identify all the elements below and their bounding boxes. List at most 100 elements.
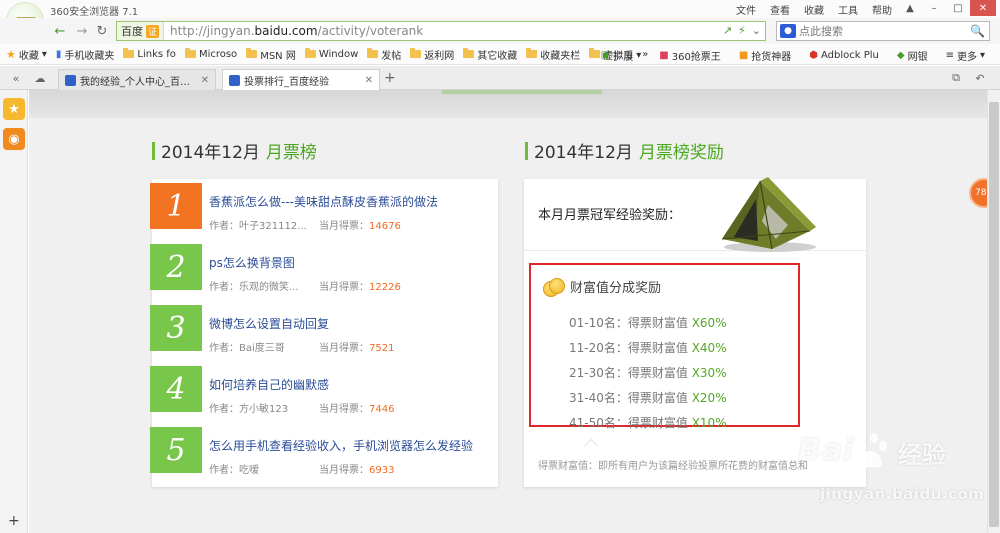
page-scrollbar[interactable] bbox=[987, 90, 1000, 533]
url-text[interactable]: http://jingyan.baidu.com/activity/votera… bbox=[164, 24, 423, 38]
tab-voterank[interactable]: 投票排行_百度经验 ✕ bbox=[222, 69, 380, 91]
bookmark-folder[interactable]: Links fo bbox=[123, 48, 176, 60]
url-path: /activity/voterank bbox=[317, 24, 424, 38]
address-bar[interactable]: 百度 证 http://jingyan.baidu.com/activity/v… bbox=[116, 21, 766, 41]
puzzle-icon: ▣ bbox=[600, 50, 611, 61]
folder-icon bbox=[304, 48, 316, 58]
bookmark-folder[interactable]: 返利网 bbox=[410, 47, 454, 62]
menu-help[interactable]: 帮助 bbox=[872, 2, 892, 17]
champion-reward: 本月月票冠军经验奖励： bbox=[524, 177, 866, 252]
page-content: 2014年12月 月票榜 2014年12月 月票榜奖励 1 香蕉派怎么做---美… bbox=[29, 90, 987, 533]
more-icon: ≡ bbox=[945, 50, 954, 61]
menu-view[interactable]: 查看 bbox=[770, 2, 790, 17]
skin-icon[interactable]: ▲ bbox=[898, 0, 922, 16]
share-icon[interactable]: ↗ bbox=[723, 24, 732, 37]
search-input[interactable]: 点此搜索 bbox=[799, 23, 843, 39]
floating-badge[interactable]: 78 bbox=[969, 178, 987, 208]
champion-reward-caption: 本月月票冠军经验奖励： bbox=[538, 208, 682, 223]
ebank-extension[interactable]: ◆ 网银 bbox=[897, 48, 928, 63]
search-engine-icon[interactable]: ● bbox=[780, 24, 796, 38]
url-actions: ↗ ⚡ ⌄ bbox=[723, 24, 761, 37]
bookmark-label: 收藏夹栏 bbox=[540, 50, 581, 62]
search-box[interactable]: ● 点此搜索 🔍 bbox=[776, 21, 990, 41]
bookmark-label: MSN 网 bbox=[260, 50, 296, 62]
article-link[interactable]: 怎么用手机查看经验收入，手机浏览器怎么发经验 bbox=[209, 437, 473, 454]
bookmark-folder[interactable]: 其它收藏 bbox=[463, 47, 517, 62]
bookmark-folder[interactable]: MSN 网 bbox=[246, 47, 296, 62]
author-name[interactable]: 吃嗳 bbox=[239, 465, 259, 476]
bookmark-favorites[interactable]: ★ 收藏 ▾ bbox=[6, 47, 47, 62]
author-label: 作者： bbox=[209, 465, 239, 476]
rank-number: 3 bbox=[150, 305, 202, 351]
menu-favorites[interactable]: 收藏 bbox=[804, 2, 824, 17]
menu-file[interactable]: 文件 bbox=[736, 2, 756, 17]
tier-row: 01-10名：得票财富值 X60% bbox=[569, 311, 727, 336]
weibo-icon[interactable]: ◉ bbox=[3, 128, 25, 150]
votes-label: 当月得票： bbox=[319, 343, 369, 354]
url-prefix: http://jingyan. bbox=[170, 24, 255, 38]
menu-tools[interactable]: 工具 bbox=[838, 2, 858, 17]
chevron-down-icon: ▾ bbox=[979, 50, 985, 61]
article-link[interactable]: 微博怎么设置自动回复 bbox=[209, 315, 329, 332]
site-verification-badge[interactable]: 百度 证 bbox=[117, 22, 165, 40]
votes-label: 当月得票： bbox=[319, 465, 369, 476]
close-icon[interactable]: ✕ bbox=[970, 0, 996, 16]
close-icon[interactable]: ✕ bbox=[365, 75, 373, 86]
bookmark-mobile[interactable]: ▮ 手机收藏夹 bbox=[56, 47, 115, 62]
shopping-extension[interactable]: ■ 抢货神器 bbox=[739, 48, 791, 63]
tab-title: 投票排行_百度经验 bbox=[244, 77, 329, 88]
author-label: 作者： bbox=[209, 404, 239, 415]
new-tab-icon[interactable]: + bbox=[384, 70, 396, 86]
more-extensions[interactable]: ≡ 更多 ▾ bbox=[946, 48, 985, 63]
tab-list-icon[interactable]: « bbox=[6, 68, 26, 88]
bookmark-label: Window bbox=[318, 48, 359, 60]
footnote-pointer bbox=[583, 438, 599, 454]
favorites-star-icon[interactable]: ★ bbox=[3, 98, 25, 120]
article-link[interactable]: ps怎么换背景图 bbox=[209, 254, 295, 271]
close-icon[interactable]: ✕ bbox=[201, 75, 209, 86]
restore-tabs-icon[interactable]: ⧉ bbox=[946, 68, 966, 88]
forward-icon[interactable]: → bbox=[72, 21, 92, 41]
tier-label: ：得票财富值 bbox=[615, 366, 692, 380]
baidu-paw-icon bbox=[65, 74, 76, 86]
title-date: 2014年12月 bbox=[534, 143, 633, 163]
refresh-icon[interactable]: ↻ bbox=[92, 21, 112, 41]
wealth-reward-header: 财富值分成奖励 bbox=[543, 277, 661, 297]
bookmark-folder[interactable]: 发帖 bbox=[367, 47, 401, 62]
undo-close-icon[interactable]: ↶ bbox=[970, 68, 990, 88]
ticket-extension[interactable]: ■ 360抢票王 bbox=[659, 48, 721, 63]
author-name[interactable]: 叶子321112... bbox=[239, 221, 307, 232]
tab-title: 我的经验_个人中心_百度经验 bbox=[80, 76, 197, 88]
tier-label: ：得票财富值 bbox=[615, 416, 692, 430]
author-name[interactable]: 方小敏123 bbox=[239, 404, 288, 415]
bookmark-folder[interactable]: 收藏夹栏 bbox=[526, 47, 580, 62]
extension-label: 360抢票王 bbox=[671, 52, 721, 63]
scrollbar-thumb[interactable] bbox=[989, 102, 999, 527]
folder-icon bbox=[463, 48, 475, 58]
author-name[interactable]: Bai度三哥 bbox=[239, 343, 285, 354]
minimize-icon[interactable]: – bbox=[922, 0, 946, 16]
article-link[interactable]: 如何培养自己的幽默感 bbox=[209, 376, 329, 393]
maximize-icon[interactable]: □ bbox=[946, 0, 970, 16]
author-name[interactable]: 乐观的微笑... bbox=[239, 282, 299, 293]
add-sidebar-icon[interactable]: + bbox=[8, 513, 20, 529]
window-title: 360安全浏览器 7.1 bbox=[50, 7, 139, 18]
watermark-brand: Bai bbox=[798, 433, 855, 468]
votes-label: 当月得票： bbox=[319, 404, 369, 415]
address-dropdown-icon[interactable]: ⌄ bbox=[752, 24, 761, 37]
back-icon[interactable]: ← bbox=[50, 21, 70, 41]
adblock-icon: ⬢ bbox=[809, 50, 818, 61]
bookmark-folder[interactable]: Microso bbox=[184, 48, 237, 60]
search-icon[interactable]: 🔍 bbox=[970, 24, 985, 38]
list-item: 3 微博怎么设置自动回复 作者：Bai度三哥 当月得票：7521 bbox=[150, 301, 498, 362]
cloud-icon[interactable]: ☁ bbox=[30, 68, 50, 88]
adblock-extension[interactable]: ⬢ Adblock Plu bbox=[809, 48, 879, 63]
bookmark-folder[interactable]: Window bbox=[304, 48, 359, 60]
extension-label: 扩展 bbox=[613, 52, 634, 63]
folder-icon bbox=[123, 48, 135, 58]
compat-mode-icon[interactable]: ⚡ bbox=[738, 24, 746, 37]
tab-my-experience[interactable]: 我的经验_个人中心_百度经验 ✕ bbox=[58, 69, 216, 90]
article-link[interactable]: 香蕉派怎么做---美味甜点酥皮香蕉派的做法 bbox=[209, 193, 438, 210]
watermark-jingyan: 经验 bbox=[898, 441, 946, 469]
extensions-button[interactable]: ▣ 扩展 ▾ bbox=[601, 48, 641, 63]
